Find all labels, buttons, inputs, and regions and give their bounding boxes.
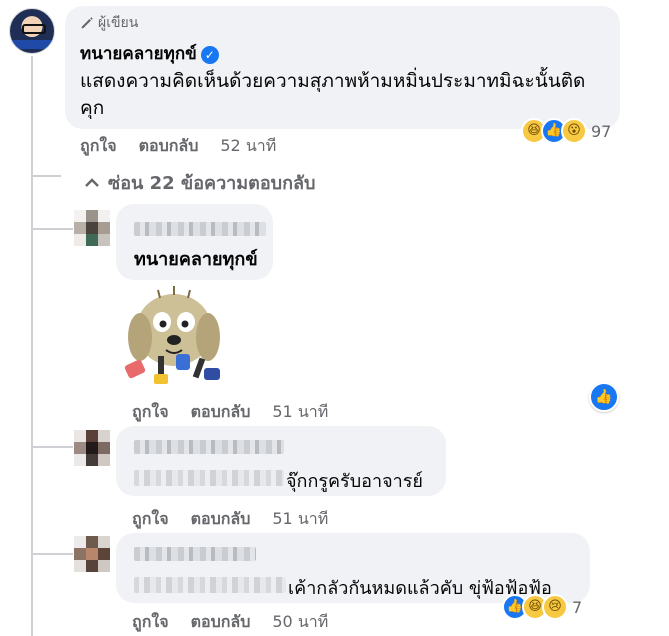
reply-2-like-button[interactable]: ถูกใจ [132, 507, 169, 532]
thread-connector-1 [31, 175, 61, 177]
reply-3-avatar[interactable] [74, 536, 110, 572]
avatar-glasses [22, 24, 46, 34]
verified-badge-icon: ✓ [200, 45, 219, 64]
main-comment-line-1: แสดงความคิดเห็นด้วยความสุภาพห้ามหมิ่นประ… [80, 70, 586, 92]
reply-1-mention[interactable]: ทนายคลายทุกข์ [134, 244, 258, 273]
reply-1-author-name[interactable] [134, 222, 266, 236]
reply-3-reaction-count: 7 [572, 597, 583, 617]
main-reaction-count: 97 [591, 121, 612, 141]
reply-2-reply-button[interactable]: ตอบกลับ [191, 507, 251, 532]
thread-connector-3 [31, 446, 73, 448]
hide-replies-label: ซ่อน 22 ข้อความตอบกลับ [108, 173, 316, 194]
reply-3-hidden-text [134, 577, 286, 593]
sad-icon: 😢 [542, 594, 568, 620]
like-button[interactable]: ถูกใจ [80, 134, 117, 159]
chevron-up-icon [85, 177, 99, 187]
reply-2-actions: ถูกใจ ตอบกลับ 51 นาที [132, 507, 328, 532]
wow-icon: 😮 [561, 118, 587, 144]
reply-3-timestamp[interactable]: 50 นาที [272, 610, 328, 635]
reply-1-like-button[interactable]: ถูกใจ [132, 400, 169, 425]
author-name-row: ทนายคลายทุกข์ ✓ [80, 40, 219, 67]
reply-1-avatar[interactable] [74, 210, 110, 246]
reply-2-text: จุ๊กกรูครับอาจารย์ [286, 471, 423, 492]
reply-3-actions: ถูกใจ ตอบกลับ 50 นาที [132, 610, 328, 635]
reply-2-author-name[interactable] [134, 440, 284, 454]
reply-2-timestamp[interactable]: 51 นาที [272, 507, 328, 532]
thread-connector-4 [31, 553, 73, 555]
author-avatar[interactable] [9, 8, 55, 54]
reply-button[interactable]: ตอบกลับ [139, 134, 199, 159]
reply-3-author-name[interactable] [134, 547, 256, 561]
main-comment-actions: ถูกใจ ตอบกลับ 52 นาที [80, 134, 276, 159]
reply-1-like-reaction-icon[interactable]: 👍 [589, 382, 619, 412]
reply-2-hidden-text [134, 470, 284, 486]
thread-line-main [31, 56, 33, 636]
main-reactions[interactable]: 😆 👍 😮 97 [521, 118, 611, 144]
reply-1-actions: ถูกใจ ตอบกลับ 51 นาที [132, 400, 328, 425]
reply-3-like-button[interactable]: ถูกใจ [132, 610, 169, 635]
reply-1-reply-button[interactable]: ตอบกลับ [191, 400, 251, 425]
reply-2-avatar[interactable] [74, 430, 110, 466]
hide-replies-button[interactable]: ซ่อน 22 ข้อความตอบกลับ [84, 168, 315, 197]
reply-3-reply-button[interactable]: ตอบกลับ [191, 610, 251, 635]
author-name[interactable]: ทนายคลายทุกข์ [80, 44, 197, 64]
main-comment-text: แสดงความคิดเห็นด้วยความสุภาพห้ามหมิ่นประ… [80, 68, 615, 122]
pencil-icon [81, 17, 93, 29]
comment-timestamp[interactable]: 52 นาที [220, 134, 276, 159]
author-tag-label: ผู้เขียน [98, 15, 139, 31]
reply-3-reactions[interactable]: 👍 😆 😢 7 [502, 594, 582, 620]
dog-sticker-image [124, 286, 220, 384]
avatar-banner [10, 40, 54, 49]
thread-connector-2 [31, 228, 73, 230]
author-badge: ผู้เขียน [80, 12, 138, 34]
reply-1-timestamp[interactable]: 51 นาที [272, 400, 328, 425]
